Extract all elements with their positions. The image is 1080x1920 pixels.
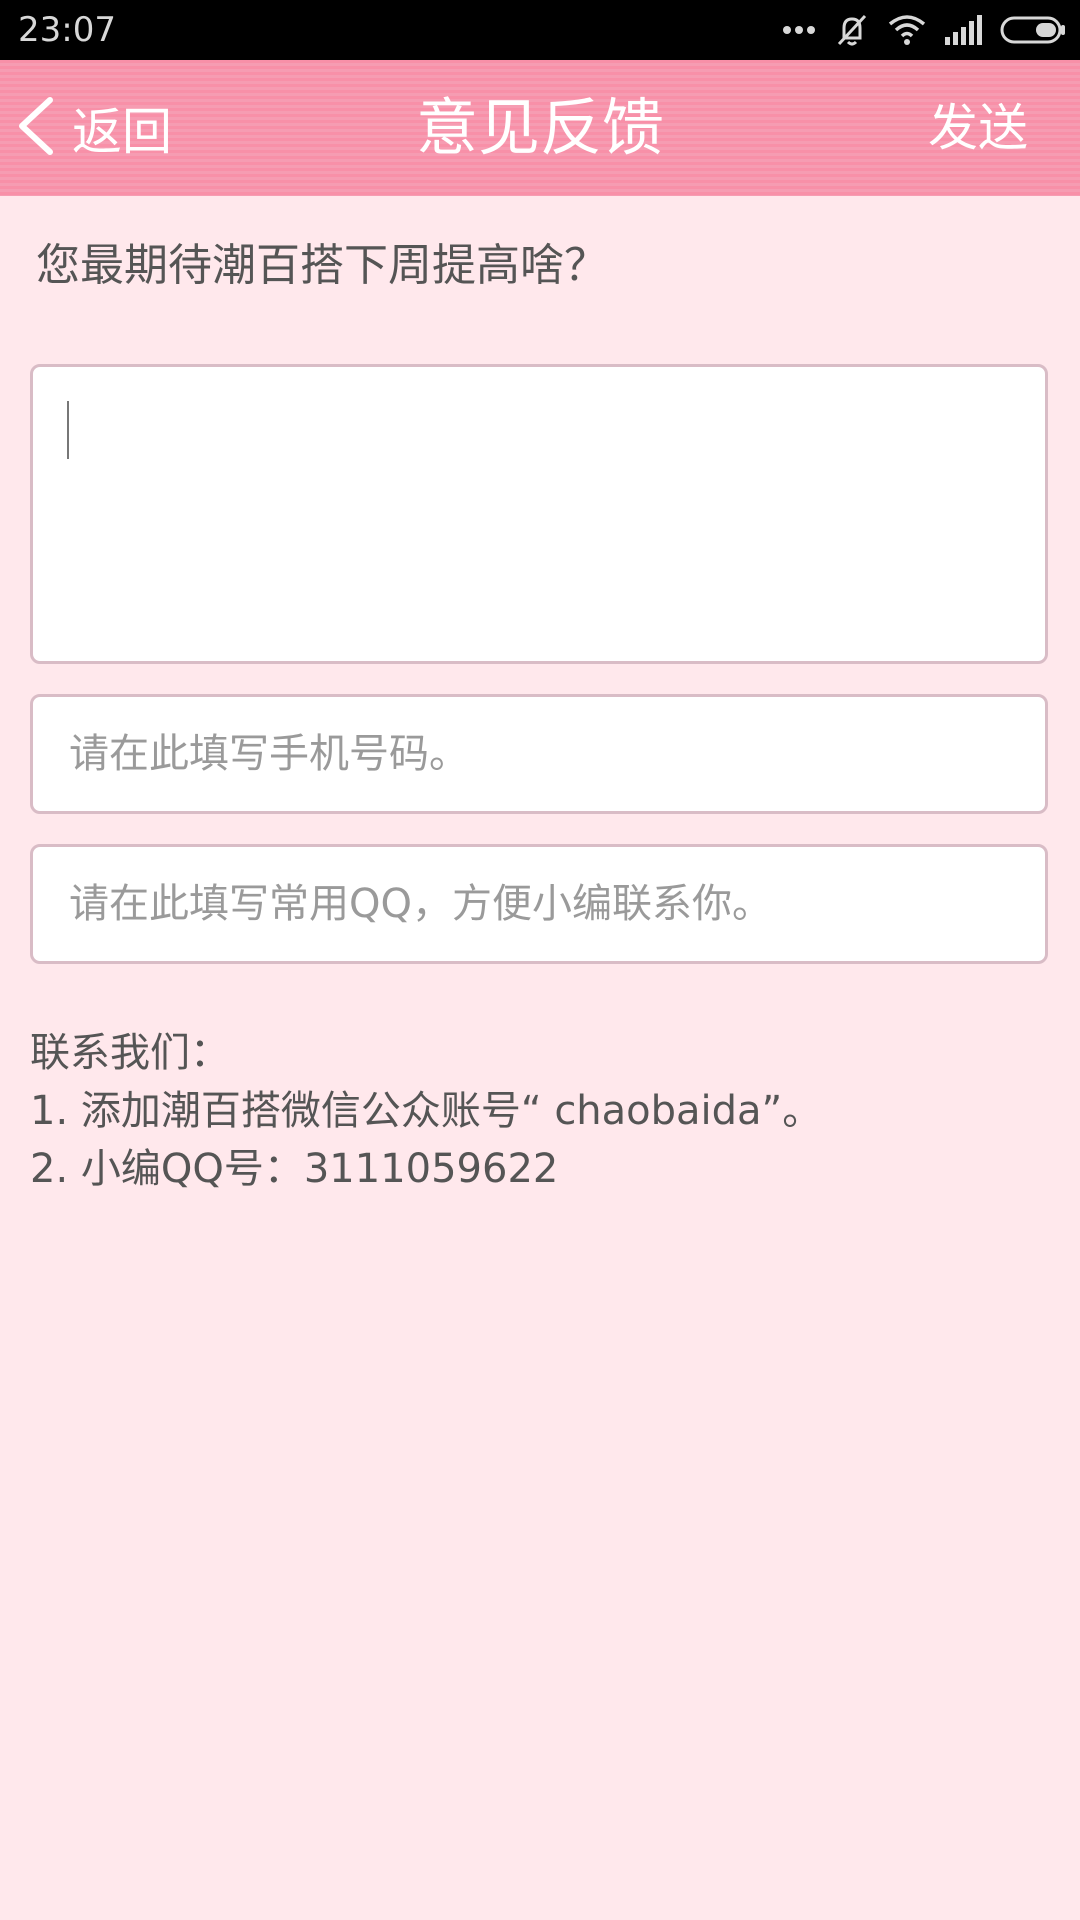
more-dots-icon — [782, 24, 816, 36]
status-bar: 23:07 — [0, 0, 1080, 60]
send-button[interactable]: 发送 — [928, 60, 1028, 196]
qq-input[interactable]: 请在此填写常用QQ，方便小编联系你。 — [30, 844, 1048, 964]
wifi-icon — [888, 14, 926, 46]
battery-icon — [1000, 16, 1066, 44]
qq-placeholder: 请在此填写常用QQ，方便小编联系你。 — [69, 881, 772, 927]
signal-icon — [944, 15, 982, 45]
contact-heading: 联系我们： — [30, 1030, 230, 1076]
text-caret — [67, 401, 69, 459]
question-label: 您最期待潮百搭下周提高啥？ — [36, 240, 608, 291]
feedback-textarea[interactable] — [30, 364, 1048, 664]
page-title: 意见反馈 — [415, 91, 664, 164]
contact-info: 联系我们： 1. 添加潮百搭微信公众账号“ chaobaida”。 2. 小编Q… — [30, 1024, 822, 1198]
phone-input[interactable]: 请在此填写手机号码。 — [30, 694, 1048, 814]
header-bar: 返回 意见反馈 发送 — [0, 60, 1080, 196]
contact-line-qq: 2. 小编QQ号：3111059622 — [30, 1146, 559, 1192]
vibrate-off-icon — [834, 12, 870, 48]
status-icons — [782, 10, 1066, 50]
status-time: 23:07 — [18, 10, 116, 50]
contact-line-wechat: 1. 添加潮百搭微信公众账号“ chaobaida”。 — [30, 1088, 823, 1134]
phone-placeholder: 请在此填写手机号码。 — [69, 731, 469, 777]
